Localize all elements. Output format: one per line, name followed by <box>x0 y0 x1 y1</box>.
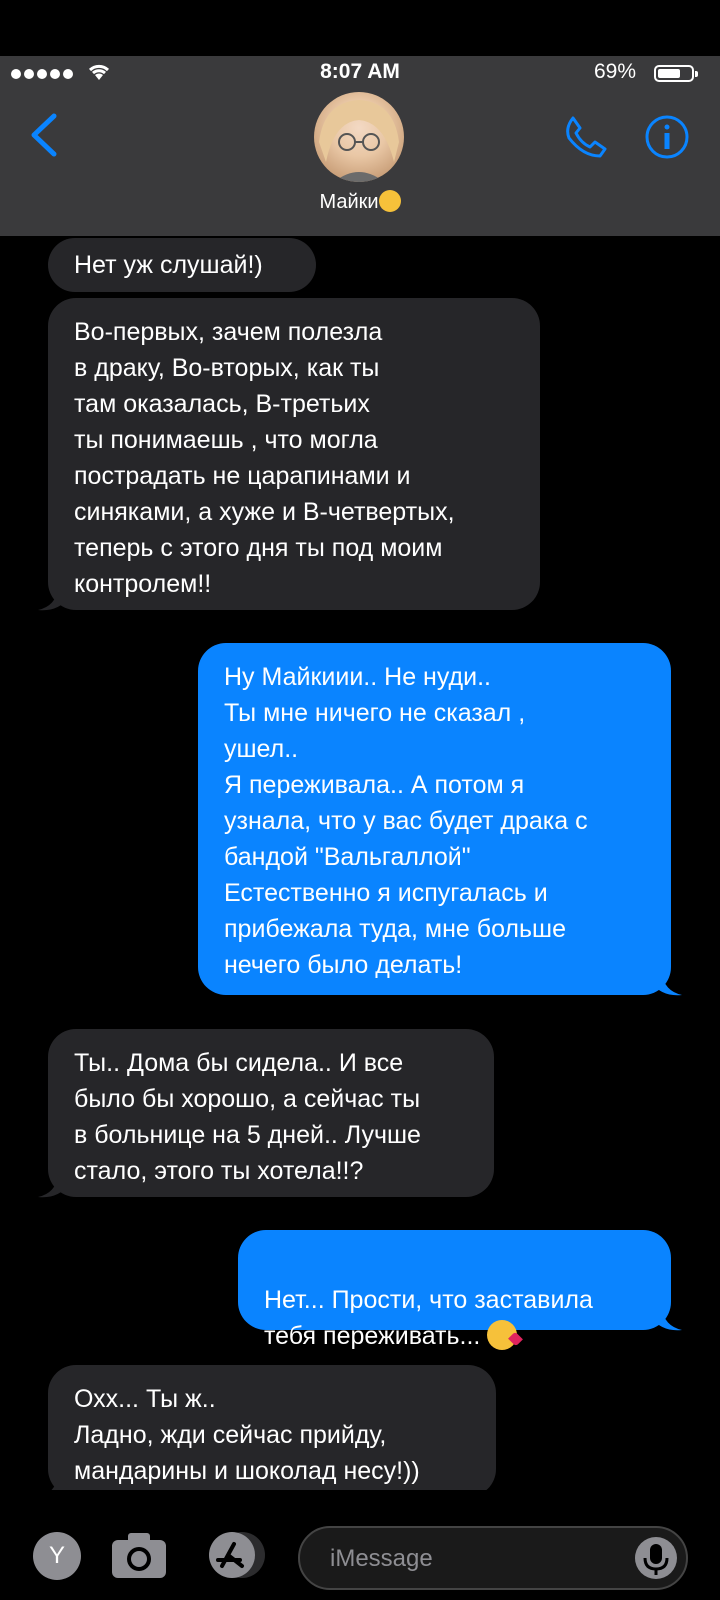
contact-avatar[interactable] <box>314 92 404 182</box>
face-blowing-kiss-emoji-icon <box>487 1320 518 1350</box>
incoming-message[interactable]: Ты.. Дома бы сидела.. И все было бы хоро… <box>48 1029 494 1197</box>
battery-percent: 69% <box>593 60 636 83</box>
phone-call-icon[interactable] <box>563 114 609 160</box>
app-drawer-button[interactable]: Y <box>33 1532 81 1580</box>
contact-name[interactable]: Майки <box>0 190 720 214</box>
message-input-placeholder: iMessage <box>330 1545 433 1572</box>
incoming-message[interactable]: Нет уж слушай!) <box>48 238 316 292</box>
incoming-message[interactable]: Охх... Ты ж.. Ладно, жди сейчас прийду, … <box>48 1365 496 1497</box>
outgoing-message[interactable]: Ну Майкиии.. Не нуди.. Ты мне ничего не … <box>198 643 671 995</box>
bubble-tail <box>652 973 682 996</box>
battery-icon <box>654 65 698 82</box>
bubble-tail <box>38 1175 68 1198</box>
back-chevron-icon[interactable] <box>26 110 66 160</box>
info-icon[interactable] <box>644 114 690 160</box>
bubble-tail <box>652 1308 682 1331</box>
top-black-strip <box>0 0 720 56</box>
outgoing-message[interactable]: Нет... Прости, что заставила тебя пережи… <box>238 1230 671 1350</box>
incoming-message[interactable]: Во-первых, зачем полезла в драку, Во-вто… <box>48 298 540 610</box>
microphone-icon[interactable] <box>634 1536 678 1580</box>
app-store-icon[interactable] <box>204 1530 270 1580</box>
bubble-tail <box>38 588 68 611</box>
upside-down-face-emoji-icon <box>378 190 401 212</box>
status-bar: 8:07 AM 69% <box>0 58 720 88</box>
camera-icon[interactable] <box>110 1530 168 1580</box>
